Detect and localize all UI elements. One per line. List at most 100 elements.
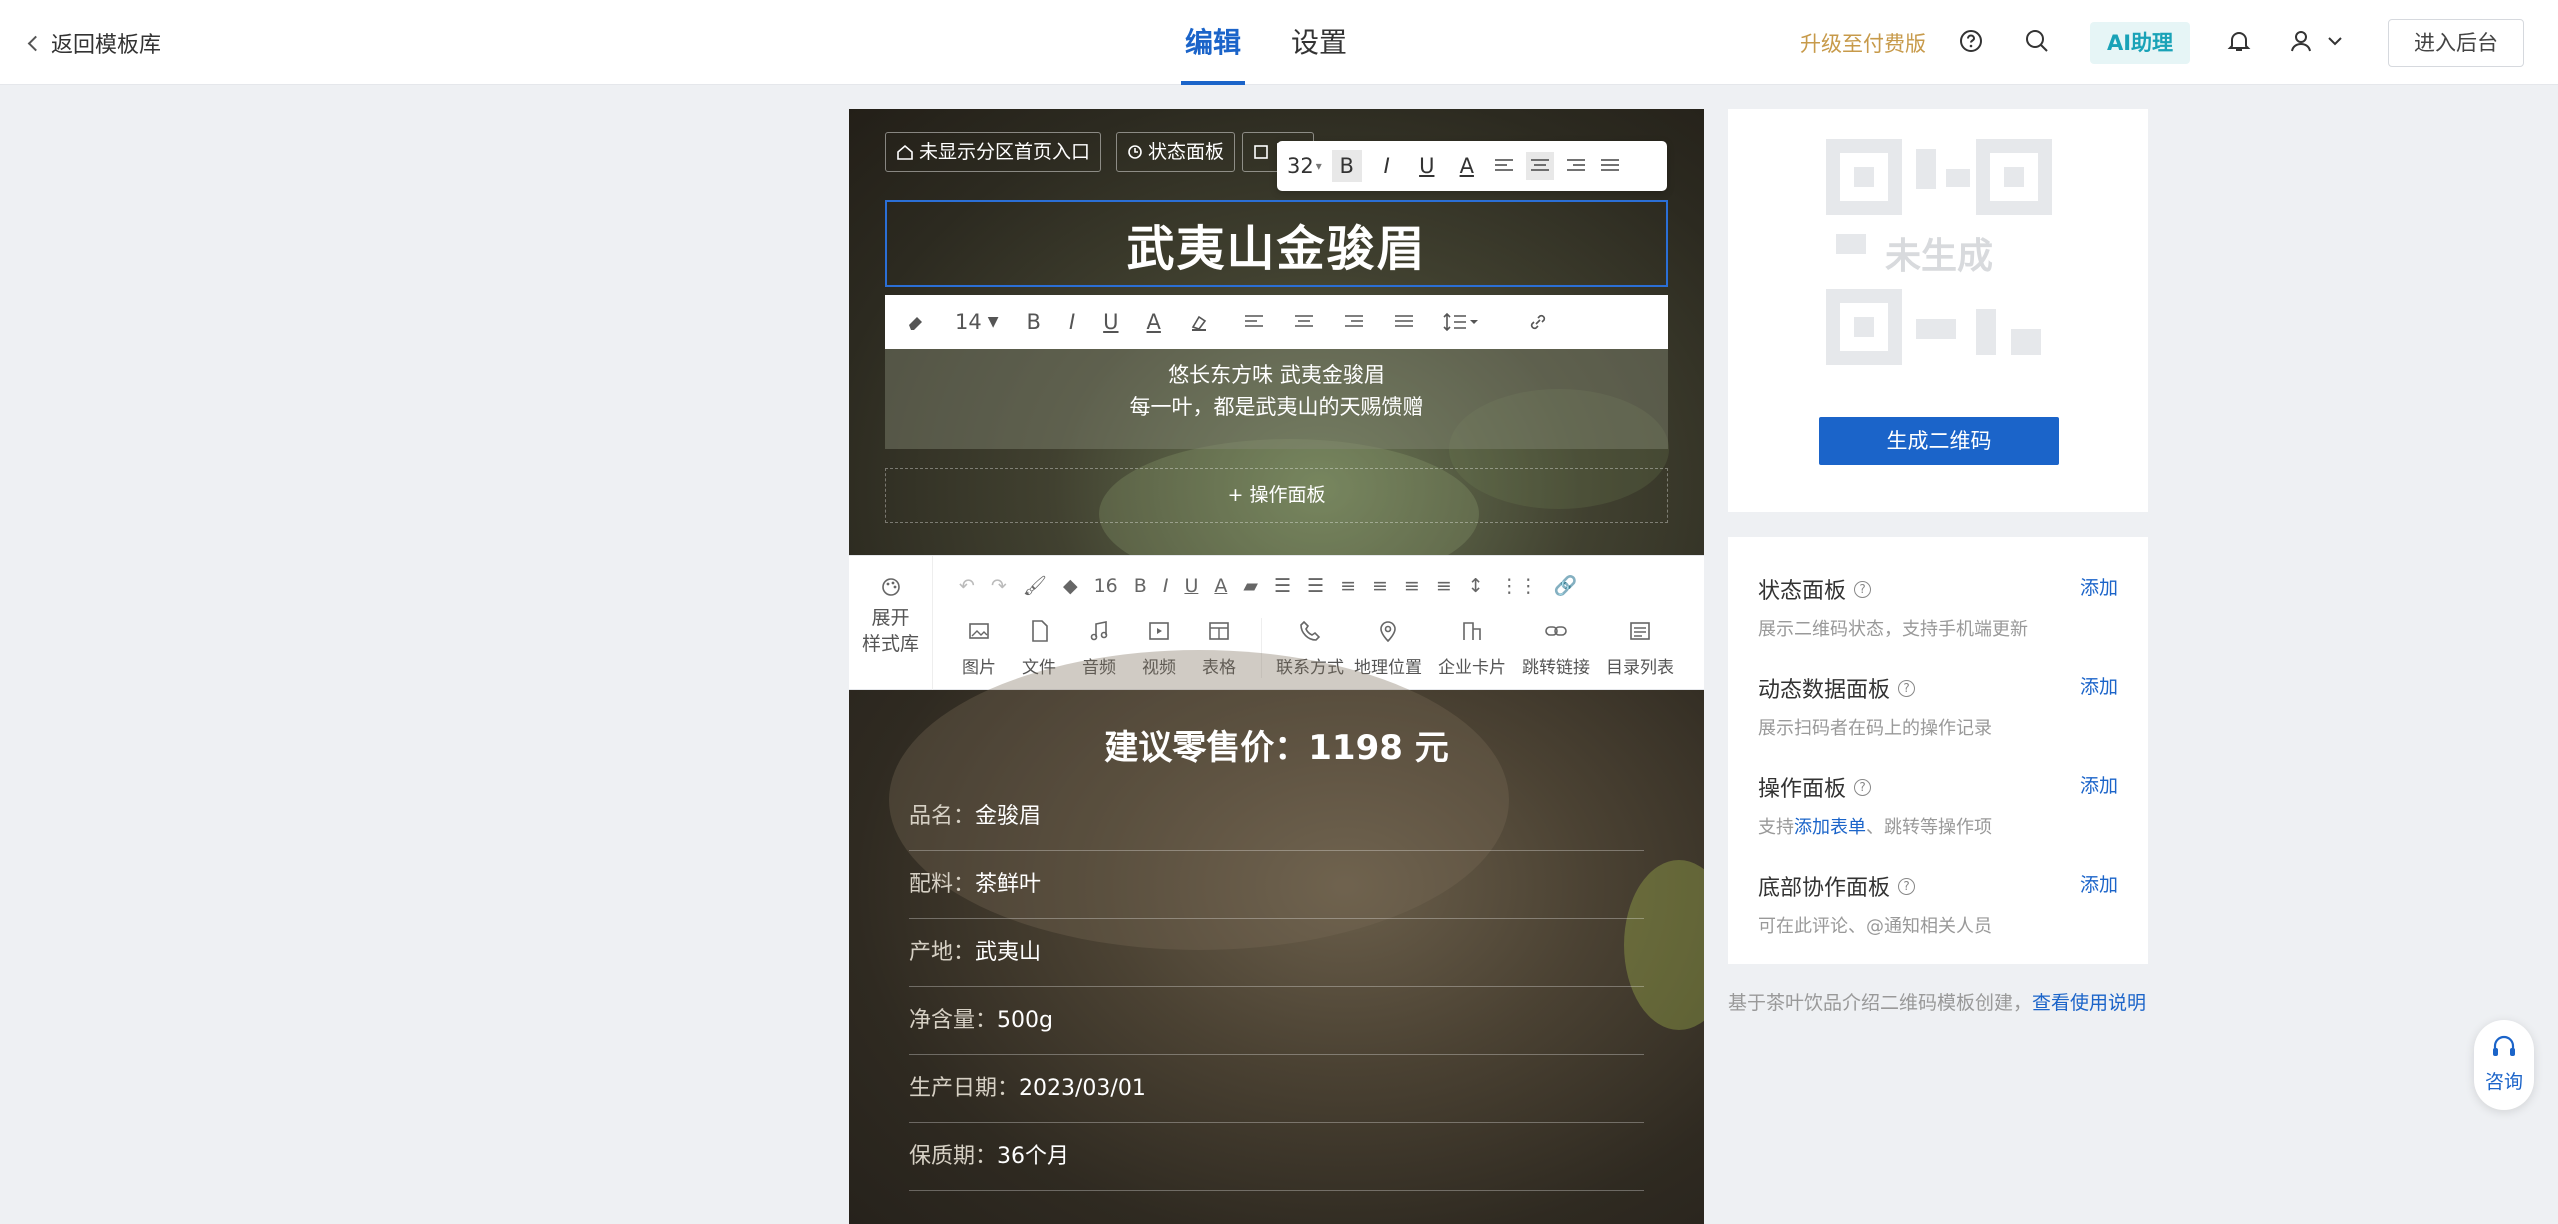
help-icon[interactable]: ? xyxy=(1898,877,1916,895)
tab-settings[interactable]: 设置 xyxy=(1291,0,1347,85)
clock-icon xyxy=(1128,145,1142,159)
video-icon xyxy=(1149,622,1169,640)
catalog-icon xyxy=(1630,622,1650,640)
font-size-select[interactable]: 32 xyxy=(1287,154,1314,178)
insert-catalog-button[interactable]: 目录列表 xyxy=(1598,618,1682,678)
align-left-icon[interactable] xyxy=(1492,156,1516,176)
underline-button[interactable]: U xyxy=(1412,150,1442,182)
align-right-icon[interactable]: ≡ xyxy=(1404,575,1420,597)
align-justify-icon[interactable]: ≡ xyxy=(1436,575,1452,597)
product-info-section[interactable]: 建议零售价：1198 元 品名：金骏眉 配料：茶鲜叶 产地：武夷山 净含量：50… xyxy=(849,650,1704,1224)
line-height-icon[interactable]: ↕ xyxy=(1468,575,1484,597)
add-operation-panel-link[interactable]: 添加 xyxy=(2080,771,2118,798)
spec-row: 品名：金骏眉 xyxy=(909,783,1644,851)
title-text-block[interactable]: 武夷山金骏眉 xyxy=(885,200,1668,287)
usage-guide-link[interactable]: 查看使用说明 xyxy=(2032,992,2146,1014)
chevron-down-icon: ▼ xyxy=(987,314,999,330)
align-center-icon[interactable] xyxy=(1525,152,1554,180)
add-status-panel-link[interactable]: 添加 xyxy=(2080,573,2118,600)
align-center-icon[interactable] xyxy=(1293,312,1315,332)
retail-price: 建议零售价：1198 元 xyxy=(1104,728,1449,768)
generate-qr-button[interactable]: 生成二维码 xyxy=(1819,417,2059,465)
align-left-icon[interactable]: ≡ xyxy=(1340,575,1356,597)
font-size-select[interactable]: 16 xyxy=(1094,575,1118,597)
consult-button[interactable]: 咨询 xyxy=(2474,1020,2534,1110)
help-icon[interactable]: ? xyxy=(1854,778,1872,796)
align-justify-icon[interactable] xyxy=(1598,156,1622,176)
more-icon[interactable]: ⋮⋮ xyxy=(1500,575,1538,597)
align-right-icon[interactable] xyxy=(1343,312,1365,332)
toolbar-format-row: ↶ ↷ 🖌 ◆ 16 B I U A ▰ ☰ ☰ ≡ ≡ ≡ ≡ ↕ ⋮⋮ 🔗 xyxy=(959,574,1578,598)
phone-icon xyxy=(1300,620,1321,641)
style-library-toggle[interactable]: 展开 样式库 xyxy=(849,556,933,691)
upgrade-link[interactable]: 升级至付费版 xyxy=(1800,28,1926,58)
chevron-down-icon: ▾ xyxy=(1315,159,1322,173)
building-icon xyxy=(1463,622,1481,640)
bold-button[interactable]: B xyxy=(1027,310,1041,334)
chevron-left-icon xyxy=(27,35,44,51)
image-icon xyxy=(969,623,989,639)
bell-icon[interactable] xyxy=(2226,28,2252,54)
search-icon[interactable] xyxy=(2024,28,2050,54)
section-entry-pill[interactable]: 未显示分区首页入口 xyxy=(885,132,1102,172)
font-color-button[interactable]: A xyxy=(1214,575,1227,597)
underline-button[interactable]: U xyxy=(1184,575,1198,597)
italic-button[interactable]: I xyxy=(1372,150,1402,182)
back-to-templates-link[interactable]: 返回模板库 xyxy=(27,27,162,59)
subtitle-text-block[interactable]: 悠长东方味 武夷金骏眉 每一叶，都是武夷山的天赐馈赠 xyxy=(885,349,1668,449)
underline-button[interactable]: U xyxy=(1103,310,1118,334)
insert-jump-link-button[interactable]: 跳转链接 xyxy=(1514,618,1598,678)
title-format-toolbar: 32 ▾ B I U A xyxy=(1277,141,1667,191)
top-bar: 返回模板库 编辑 设置 升级至付费版 AI助理 进入后台 xyxy=(0,0,2558,85)
ai-assistant-button[interactable]: AI助理 xyxy=(2090,22,2190,64)
qr-code-card: 未生成 生成二维码 xyxy=(1728,109,2148,512)
align-center-icon[interactable]: ≡ xyxy=(1372,575,1388,597)
tab-edit[interactable]: 编辑 xyxy=(1180,0,1246,85)
align-right-icon[interactable] xyxy=(1564,156,1588,176)
bold-button[interactable]: B xyxy=(1134,575,1147,597)
chain-link-icon xyxy=(1545,626,1567,636)
bold-button[interactable]: B xyxy=(1331,150,1362,182)
qr-not-generated-text: 未生成 xyxy=(1884,236,1993,277)
undo-icon[interactable]: ↶ xyxy=(959,575,975,597)
font-size-select[interactable]: 14 xyxy=(955,310,982,334)
italic-button[interactable]: I xyxy=(1163,575,1169,597)
chevron-down-icon[interactable] xyxy=(2322,28,2348,54)
highlight-icon[interactable] xyxy=(1189,311,1215,333)
eraser-icon[interactable] xyxy=(905,311,927,333)
stylelib-label-2: 样式库 xyxy=(861,633,919,655)
add-operation-panel[interactable]: + 操作面板 xyxy=(885,468,1668,523)
user-icon[interactable] xyxy=(2288,28,2314,54)
italic-button[interactable]: I xyxy=(1069,310,1075,334)
add-collab-panel-link[interactable]: 添加 xyxy=(2080,870,2118,897)
add-form-link[interactable]: 添加表单 xyxy=(1794,817,1866,838)
insert-location-button[interactable]: 地理位置 xyxy=(1346,618,1430,678)
status-panel-pill[interactable]: 状态面板 xyxy=(1116,132,1236,172)
redo-icon[interactable]: ↷ xyxy=(991,575,1007,597)
bullet-list-icon[interactable]: ☰ xyxy=(1307,575,1324,597)
line-height-icon[interactable] xyxy=(1443,311,1479,333)
insert-company-card-button[interactable]: 企业卡片 xyxy=(1430,618,1514,678)
font-color-button[interactable]: A xyxy=(1147,310,1161,334)
help-icon[interactable]: ? xyxy=(1854,580,1872,598)
add-dynamic-panel-link[interactable]: 添加 xyxy=(2080,672,2118,699)
ordered-list-icon[interactable]: ☰ xyxy=(1274,575,1291,597)
stylelib-label-1: 展开 xyxy=(871,607,910,629)
insert-image-button[interactable]: 图片 xyxy=(949,618,1009,678)
eraser-icon[interactable]: ◆ xyxy=(1063,575,1078,597)
panel-item-dynamic-data: 动态数据面板? 展示扫码者在码上的操作记录 添加 xyxy=(1758,672,2118,740)
page-title: 武夷山金骏眉 xyxy=(1126,220,1427,277)
help-icon[interactable]: ? xyxy=(1898,679,1916,697)
font-color-button[interactable]: A xyxy=(1452,150,1482,182)
format-painter-icon[interactable]: 🖌 xyxy=(1023,574,1047,597)
link-icon[interactable] xyxy=(1527,311,1549,333)
align-left-icon[interactable] xyxy=(1243,312,1265,332)
enter-backend-button[interactable]: 进入后台 xyxy=(2388,19,2524,67)
panel-item-operation: 操作面板? 支持添加表单、跳转等操作项 添加 xyxy=(1758,771,2118,839)
help-icon[interactable] xyxy=(1958,28,1984,54)
highlight-icon[interactable]: ▰ xyxy=(1243,575,1258,597)
back-label: 返回模板库 xyxy=(51,33,162,58)
align-justify-icon[interactable] xyxy=(1393,312,1415,332)
link-icon[interactable]: 🔗 xyxy=(1554,574,1578,597)
hero-section[interactable]: 未显示分区首页入口 状态面板 目 32 ▾ B I U A 武夷山金骏眉 1 xyxy=(849,109,1704,589)
